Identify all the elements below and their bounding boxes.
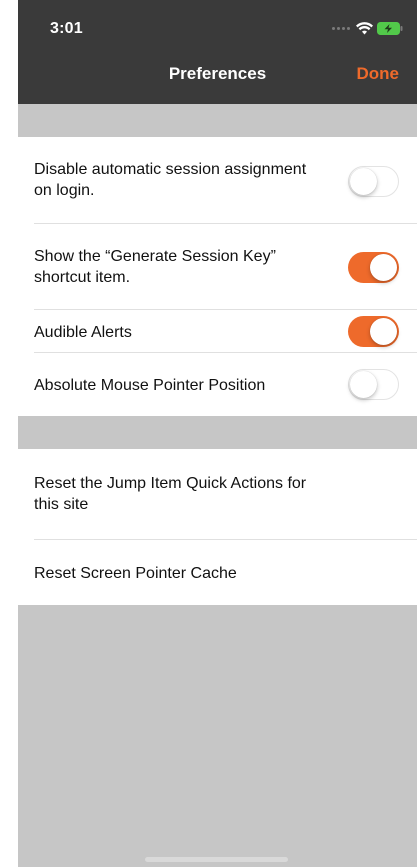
setting-row-audible-alerts: Audible Alerts bbox=[18, 310, 417, 353]
navigation-header: 3:01 Preferences Done bbox=[18, 0, 417, 104]
setting-label: Disable automatic session assignment on … bbox=[34, 161, 307, 199]
disable-auto-session-toggle[interactable] bbox=[348, 166, 399, 197]
setting-label: Absolute Mouse Pointer Position bbox=[34, 377, 266, 394]
setting-row-disable-auto-session: Disable automatic session assignment on … bbox=[18, 137, 417, 224]
toggle-knob bbox=[350, 371, 377, 398]
settings-group: Disable automatic session assignment on … bbox=[18, 137, 417, 416]
status-icons bbox=[332, 22, 403, 35]
preferences-screen: 3:01 Preferences Done Disable automatic … bbox=[18, 0, 417, 867]
home-indicator bbox=[145, 857, 288, 862]
reset-screen-pointer-cache-button[interactable]: Reset Screen Pointer Cache bbox=[18, 540, 417, 605]
wifi-icon bbox=[356, 22, 373, 35]
actions-group: Reset the Jump Item Quick Actions for th… bbox=[18, 449, 417, 605]
absolute-mouse-pointer-toggle[interactable] bbox=[348, 369, 399, 400]
setting-row-generate-session-key: Show the “Generate Session Key” shortcut… bbox=[18, 224, 417, 310]
battery-charging-icon bbox=[377, 22, 403, 35]
action-label: Reset Screen Pointer Cache bbox=[34, 565, 237, 582]
done-button[interactable]: Done bbox=[357, 64, 400, 84]
signal-dots-icon bbox=[332, 27, 350, 30]
toggle-knob bbox=[350, 168, 377, 195]
toggle-knob bbox=[370, 254, 397, 281]
action-label: Reset the Jump Item Quick Actions for th… bbox=[34, 475, 307, 513]
setting-row-absolute-mouse-pointer: Absolute Mouse Pointer Position bbox=[18, 353, 417, 416]
setting-label: Audible Alerts bbox=[34, 324, 132, 341]
reset-jump-item-quick-actions-button[interactable]: Reset the Jump Item Quick Actions for th… bbox=[18, 449, 417, 540]
toggle-knob bbox=[370, 318, 397, 345]
status-time: 3:01 bbox=[50, 20, 83, 37]
audible-alerts-toggle[interactable] bbox=[348, 316, 399, 347]
generate-session-key-toggle[interactable] bbox=[348, 252, 399, 283]
setting-label: Show the “Generate Session Key” shortcut… bbox=[34, 248, 276, 286]
